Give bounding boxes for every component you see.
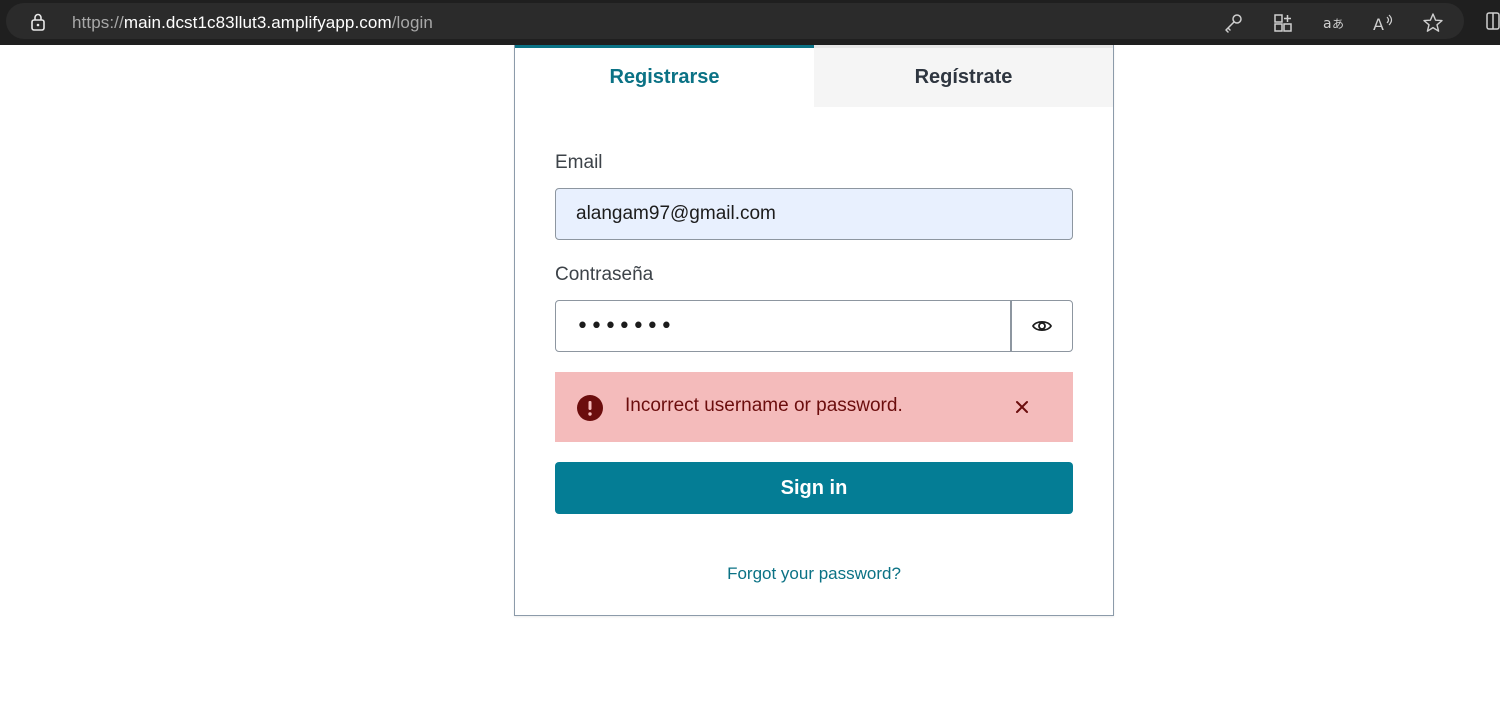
url-path: /login bbox=[391, 13, 433, 32]
favorite-star-icon[interactable] bbox=[1422, 12, 1444, 34]
svg-text:a: a bbox=[1323, 16, 1332, 32]
tab-create-account[interactable]: Regístrate bbox=[814, 45, 1113, 107]
auth-tabs: Registrarse Regístrate bbox=[515, 45, 1113, 107]
forgot-password-link[interactable]: Forgot your password? bbox=[515, 564, 1113, 584]
error-alert: Incorrect username or password. bbox=[555, 372, 1073, 442]
password-label: Contraseña bbox=[555, 264, 654, 285]
apps-icon[interactable] bbox=[1272, 12, 1294, 34]
password-field[interactable] bbox=[555, 300, 1011, 352]
translate-icon[interactable]: a あ bbox=[1322, 12, 1344, 34]
auth-card: Registrarse Regístrate Email Contraseña … bbox=[514, 45, 1114, 616]
url-scheme: https:// bbox=[72, 13, 124, 32]
sign-in-button[interactable]: Sign in bbox=[555, 462, 1073, 514]
svg-text:A: A bbox=[1373, 15, 1384, 34]
eye-icon bbox=[1031, 320, 1053, 332]
show-password-button[interactable] bbox=[1011, 300, 1073, 352]
read-aloud-icon[interactable]: A bbox=[1372, 12, 1394, 34]
address-bar[interactable]: https://main.dcst1c83llut3.amplifyapp.co… bbox=[6, 3, 1464, 39]
error-message: Incorrect username or password. bbox=[625, 395, 903, 416]
url-text[interactable]: https://main.dcst1c83llut3.amplifyapp.co… bbox=[72, 12, 433, 34]
close-icon bbox=[1016, 401, 1028, 413]
lock-icon[interactable] bbox=[28, 12, 48, 32]
dismiss-alert-button[interactable] bbox=[1009, 394, 1035, 420]
browser-toolbar: https://main.dcst1c83llut3.amplifyapp.co… bbox=[0, 0, 1500, 45]
error-icon bbox=[577, 395, 603, 421]
key-icon[interactable] bbox=[1222, 12, 1244, 34]
email-label: Email bbox=[555, 152, 603, 173]
url-host: main.dcst1c83llut3.amplifyapp.com bbox=[123, 13, 392, 32]
svg-text:あ: あ bbox=[1332, 17, 1344, 31]
email-field[interactable] bbox=[555, 188, 1073, 240]
sidebar-toggle-icon[interactable] bbox=[1486, 12, 1500, 30]
tab-sign-in[interactable]: Registrarse bbox=[515, 45, 814, 107]
